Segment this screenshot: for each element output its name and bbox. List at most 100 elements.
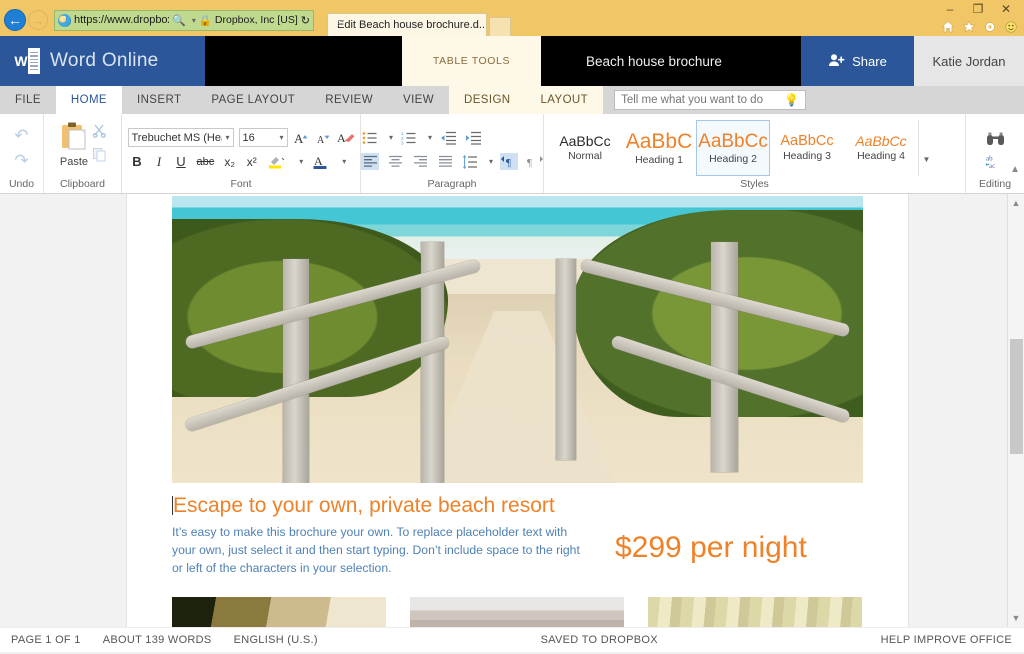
chevron-down-icon[interactable]: ▾ [389, 133, 393, 142]
chevron-down-icon[interactable]: ▾ [342, 157, 346, 166]
thumbnail-image-1[interactable] [172, 597, 386, 627]
tab-file[interactable]: FILE [0, 86, 56, 114]
document-title[interactable]: Beach house brochure [586, 54, 722, 69]
style-heading-2[interactable]: AaBbCc Heading 2 [696, 120, 770, 176]
clipboard-icon [58, 120, 90, 155]
style-heading-1[interactable]: AaBbC Heading 1 [622, 120, 696, 176]
brand-area: W Word Online [0, 36, 205, 86]
tab-design[interactable]: DESIGN [449, 86, 526, 114]
chevron-up-icon[interactable]: ▲ [1010, 164, 1020, 175]
superscript-button[interactable]: x² [245, 153, 258, 170]
shrink-font-icon[interactable]: A [315, 129, 332, 146]
numbered-list-icon[interactable]: 123 [400, 129, 418, 146]
clear-formatting-icon[interactable]: A [337, 129, 355, 146]
styles-gallery: AaBbCc Normal AaBbC Heading 1 AaBbCc Hea… [544, 118, 965, 176]
price-text[interactable]: $299 per night [587, 523, 863, 577]
align-center-icon[interactable] [386, 153, 404, 170]
close-icon[interactable]: ✕ [992, 0, 1020, 18]
word-logo-icon: W [14, 48, 40, 74]
search-icon[interactable]: 🔍 [172, 14, 186, 27]
bold-button[interactable]: B [131, 153, 144, 170]
word-count[interactable]: ABOUT 139 WORDS [103, 634, 212, 646]
refresh-icon[interactable]: ↻ [301, 14, 310, 27]
document-canvas[interactable]: Escape to your own, private beach resort… [0, 194, 1024, 627]
redo-arrow-icon[interactable]: ↷ [14, 151, 28, 171]
grow-font-icon[interactable]: A [293, 129, 310, 146]
binoculars-icon[interactable] [986, 131, 1005, 147]
text-highlight-icon[interactable] [267, 153, 287, 170]
styles-more-chevron-down-icon[interactable]: ▼ [918, 120, 934, 176]
subscript-button[interactable]: x₂ [223, 153, 236, 170]
address-bar[interactable]: https://www.dropbox.com/ow/msft/edi 🔍 ▾ … [54, 10, 314, 31]
help-improve-office[interactable]: HELP IMPROVE OFFICE [881, 634, 1024, 646]
minimize-icon[interactable]: ‒ [936, 0, 964, 18]
star-icon[interactable] [961, 19, 976, 34]
restore-icon[interactable]: ❐ [964, 0, 992, 18]
page-count: PAGE 1 OF 1 [11, 634, 81, 646]
tell-me-input[interactable]: Tell me what you want to do 💡 [614, 90, 806, 110]
bulleted-list-icon[interactable] [361, 129, 379, 146]
group-undo: ↶ ↷ Undo [0, 114, 44, 193]
user-account[interactable]: Katie Jordan [914, 36, 1024, 86]
share-button[interactable]: Share [801, 36, 914, 86]
undo-arrow-icon[interactable]: ↶ [14, 126, 28, 146]
tab-page-layout[interactable]: PAGE LAYOUT [196, 86, 310, 114]
italic-button[interactable]: I [153, 153, 166, 170]
tab-review[interactable]: REVIEW [310, 86, 388, 114]
paste-button[interactable]: Paste [58, 120, 90, 168]
left-to-right-icon[interactable]: ¶ [500, 153, 518, 170]
forward-arrow-icon[interactable]: → [28, 10, 48, 30]
document-heading[interactable]: Escape to your own, private beach resort [172, 494, 863, 517]
style-label: Heading 1 [635, 154, 683, 166]
home-icon[interactable] [940, 19, 955, 34]
font-name-input[interactable]: Trebuchet MS (Hea ▾ [128, 128, 234, 147]
thumbnail-image-3[interactable] [648, 597, 862, 627]
vertical-scrollbar[interactable]: ▲ ▼ [1007, 194, 1024, 627]
tab-home[interactable]: HOME [56, 86, 122, 114]
replace-icon[interactable]: abac [985, 153, 1005, 169]
gear-icon[interactable] [982, 19, 997, 34]
chevron-down-icon[interactable]: ▾ [299, 157, 303, 166]
increase-indent-icon[interactable] [464, 129, 482, 146]
scrollbar-thumb[interactable] [1010, 339, 1023, 454]
document-page[interactable]: Escape to your own, private beach resort… [127, 194, 908, 627]
document-heading-text: Escape to your own, private beach resort [173, 494, 555, 517]
chevron-down-icon[interactable]: ▾ [192, 16, 196, 25]
copy-icon[interactable] [92, 147, 107, 162]
chevron-down-icon[interactable]: ▾ [428, 133, 432, 142]
chevron-down-icon[interactable]: ▾ [489, 157, 493, 166]
hero-image[interactable] [172, 196, 863, 483]
back-arrow-icon[interactable]: ← [4, 9, 26, 31]
chevron-down-icon[interactable]: ▾ [279, 133, 283, 142]
strikethrough-button[interactable]: abc [197, 153, 215, 170]
new-tab-icon[interactable] [489, 17, 511, 36]
tab-view[interactable]: VIEW [388, 86, 449, 114]
decrease-indent-icon[interactable] [439, 129, 457, 146]
svg-text:¶: ¶ [527, 157, 532, 168]
align-left-icon[interactable] [361, 153, 379, 170]
browser-tab[interactable]: Edit Beach house brochure.d... ✕ [327, 13, 487, 36]
fence-post [283, 259, 309, 483]
font-color-button[interactable]: A [312, 153, 330, 170]
smiley-icon[interactable] [1003, 19, 1018, 34]
tab-insert[interactable]: INSERT [122, 86, 196, 114]
style-normal[interactable]: AaBbCc Normal [548, 120, 622, 176]
line-spacing-icon[interactable] [461, 153, 479, 170]
language[interactable]: ENGLISH (U.S.) [234, 634, 318, 646]
scissors-icon[interactable] [92, 123, 107, 138]
style-heading-4[interactable]: AaBbCc Heading 4 [844, 120, 918, 176]
chevron-down-icon[interactable]: ▾ [225, 133, 229, 142]
tab-layout[interactable]: LAYOUT [526, 86, 604, 114]
chevron-down-icon[interactable]: ▼ [1008, 609, 1024, 627]
font-size-input[interactable]: 16 ▾ [239, 128, 288, 147]
security-badge[interactable]: 🔒 Dropbox, Inc [US] [199, 14, 298, 27]
justify-icon[interactable] [436, 153, 454, 170]
align-right-icon[interactable] [411, 153, 429, 170]
chevron-up-icon[interactable]: ▲ [1008, 194, 1024, 212]
style-heading-3[interactable]: AaBbCc Heading 3 [770, 120, 844, 176]
style-preview: AaBbCc [855, 134, 906, 148]
document-body-text[interactable]: It’s easy to make this brochure your own… [172, 523, 587, 577]
right-to-left-icon[interactable]: ¶ [525, 153, 543, 170]
thumbnail-image-2[interactable] [410, 597, 624, 627]
underline-button[interactable]: U [175, 153, 188, 170]
